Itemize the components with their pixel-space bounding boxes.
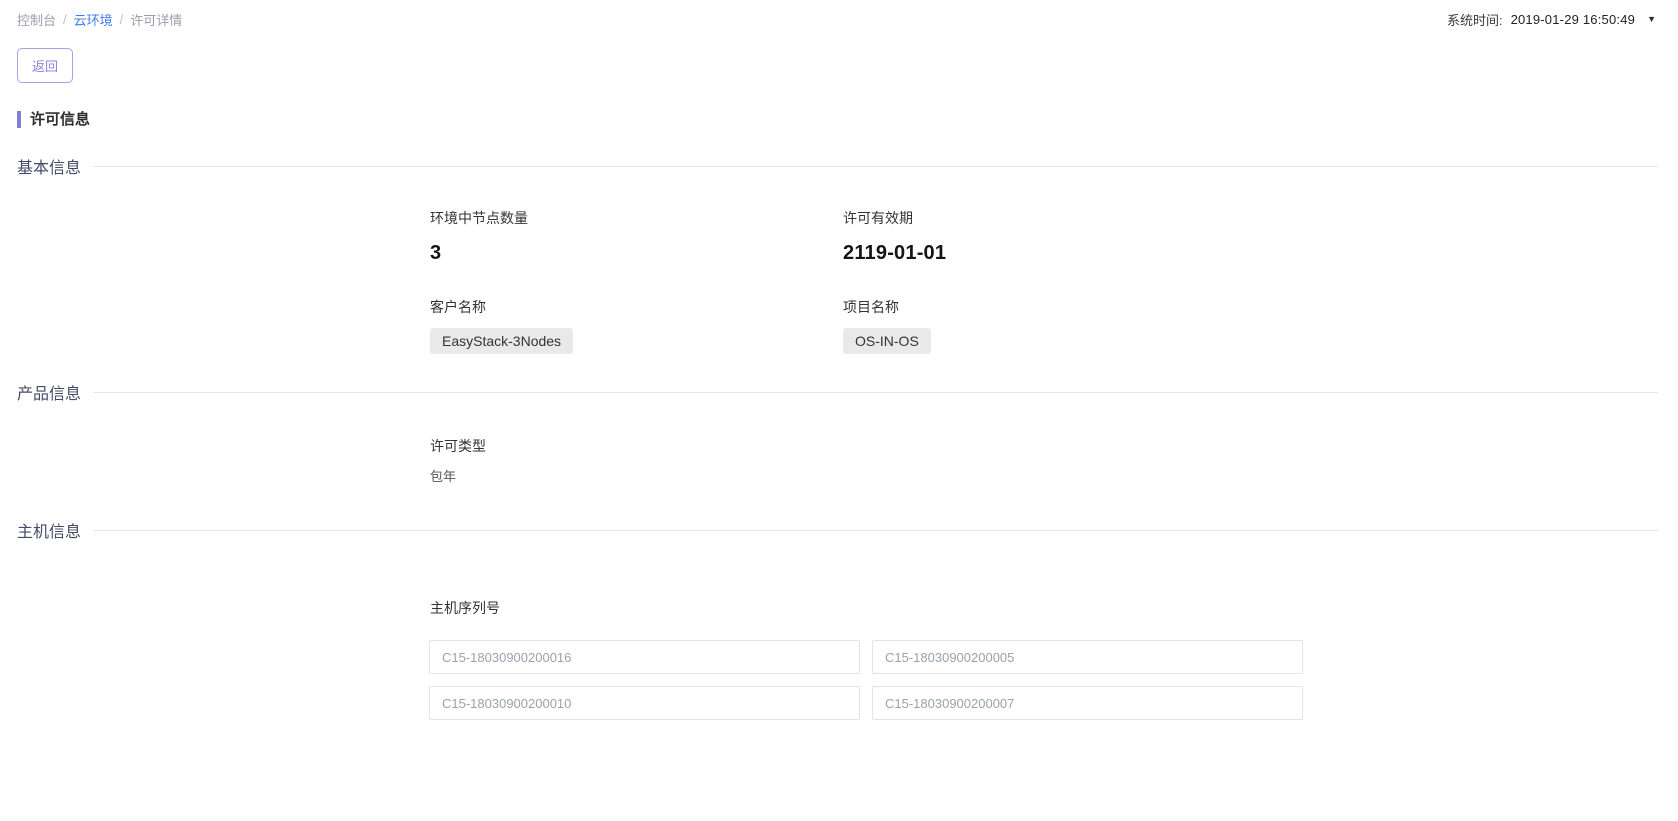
customer-name-tag: EasyStack-3Nodes <box>430 328 573 354</box>
section-divider <box>93 166 1658 167</box>
serial-number-input-2[interactable] <box>872 640 1303 674</box>
section-header-host-info: 主机信息 <box>17 518 1658 542</box>
field-value-license-validity: 2119-01-01 <box>843 242 1678 265</box>
serial-number-input-3[interactable] <box>429 686 860 720</box>
serial-number-input-1[interactable] <box>429 640 860 674</box>
breadcrumb: 控制台 / 云环境 / 许可详情 <box>17 10 182 29</box>
field-label-node-count: 环境中节点数量 <box>430 208 843 228</box>
field-label-license-type: 许可类型 <box>430 436 1678 456</box>
field-value-license-type: 包年 <box>430 466 1678 485</box>
section-title-product-info: 产品信息 <box>17 380 81 404</box>
system-time[interactable]: 系统时间: 2019-01-29 16:50:49 ▼ <box>1447 10 1656 29</box>
section-title-basic-info: 基本信息 <box>17 154 81 178</box>
breadcrumb-item-console[interactable]: 控制台 <box>17 10 56 29</box>
breadcrumb-separator: / <box>63 12 67 27</box>
field-license-type: 许可类型 包年 <box>430 436 1678 485</box>
serial-number-input-4[interactable] <box>872 686 1303 720</box>
serial-number-grid <box>429 640 1678 720</box>
field-value-node-count: 3 <box>430 242 843 265</box>
caret-down-icon[interactable]: ▼ <box>1647 14 1656 24</box>
project-name-tag: OS-IN-OS <box>843 328 931 354</box>
topbar: 控制台 / 云环境 / 许可详情 系统时间: 2019-01-29 16:50:… <box>0 0 1678 28</box>
section-header-product-info: 产品信息 <box>17 380 1658 404</box>
field-customer-name: 客户名称 EasyStack-3Nodes <box>430 297 843 354</box>
section-title-host-info: 主机信息 <box>17 518 81 542</box>
section-divider <box>93 530 1658 531</box>
field-project-name: 项目名称 OS-IN-OS <box>843 297 1678 354</box>
field-label-project-name: 项目名称 <box>843 297 1678 317</box>
page-title: 许可信息 <box>17 111 1678 128</box>
breadcrumb-separator: / <box>120 12 124 27</box>
basic-info-row-1: 环境中节点数量 3 许可有效期 2119-01-01 <box>430 208 1678 265</box>
breadcrumb-item-license-detail: 许可详情 <box>130 10 182 29</box>
back-button[interactable]: 返回 <box>17 48 73 83</box>
field-license-validity: 许可有效期 2119-01-01 <box>843 208 1678 265</box>
basic-info-row-2: 客户名称 EasyStack-3Nodes 项目名称 OS-IN-OS <box>430 297 1678 354</box>
field-label-customer-name: 客户名称 <box>430 297 843 317</box>
field-label-license-validity: 许可有效期 <box>843 208 1678 228</box>
breadcrumb-item-cloud-env[interactable]: 云环境 <box>74 10 113 29</box>
field-node-count: 环境中节点数量 3 <box>430 208 843 265</box>
serial-number-label: 主机序列号 <box>430 598 1678 618</box>
system-time-value: 2019-01-29 16:50:49 <box>1511 12 1636 27</box>
system-time-label: 系统时间: <box>1447 10 1503 29</box>
section-divider <box>93 392 1658 393</box>
section-header-basic-info: 基本信息 <box>17 154 1658 178</box>
